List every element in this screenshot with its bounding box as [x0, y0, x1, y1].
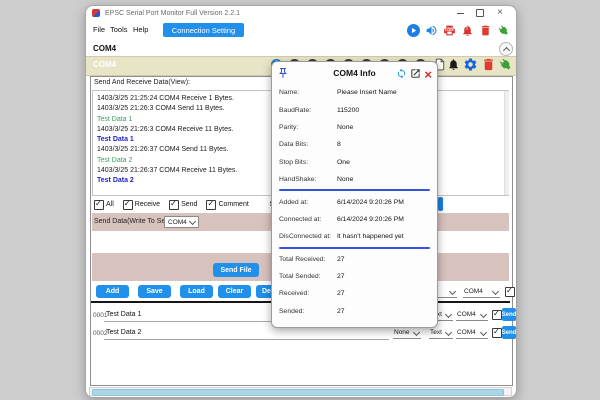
popup-divider	[279, 246, 430, 249]
special-dropdown[interactable]: None	[393, 328, 421, 339]
gear-icon[interactable]	[463, 57, 478, 77]
desktop-background: EPSC Serial Port Monitor Full Version 2.…	[0, 0, 600, 400]
chevron-down-icon	[412, 328, 421, 336]
menu-help[interactable]: Help	[133, 25, 148, 34]
row-text-field[interactable]: Test Data 2	[106, 329, 141, 336]
port-tab-row: COM4	[86, 42, 516, 56]
send-port-dropdown[interactable]: COM4	[164, 216, 199, 228]
row-underline	[104, 339, 389, 340]
format-dropdown[interactable]: Text	[429, 328, 453, 339]
chevron-down-icon	[491, 287, 500, 295]
toolbar-icons: LOG !	[406, 23, 510, 37]
plug-icon-channel[interactable]	[498, 57, 513, 77]
com4-info-popup: COM4 Info × Name: Please Insert Name Baud…	[271, 61, 438, 328]
popup-row: Stop Bits: One	[279, 158, 350, 166]
data-view-label: Send And Receive Data(View):	[94, 79, 190, 86]
popup-row: Connected at: 6/14/2024 9:20:26 PM	[279, 215, 404, 223]
minimize-button[interactable]	[454, 8, 466, 18]
select-all-checkbox[interactable]	[505, 286, 515, 297]
port-dropdown[interactable]: COM4	[463, 287, 500, 298]
checkbox-receive[interactable]: Receive	[122, 199, 160, 210]
popup-row: Received: 27	[279, 290, 345, 298]
popup-divider	[279, 189, 430, 192]
save-button[interactable]: Save	[138, 285, 171, 298]
port-dropdown[interactable]: COM4	[456, 328, 488, 339]
menu-tools[interactable]: Tools	[110, 25, 128, 34]
checkbox-all[interactable]: All	[94, 199, 114, 210]
window-title: EPSC Serial Port Monitor Full Version 2.…	[105, 10, 241, 17]
chevron-down-icon	[479, 310, 488, 318]
send-button[interactable]: Send	[502, 326, 516, 339]
port-tab-label[interactable]: COM4	[93, 44, 116, 53]
popup-row: Name: Please Insert Name	[279, 89, 397, 97]
menu-file[interactable]: File	[93, 25, 105, 34]
title-bar: EPSC Serial Port Monitor Full Version 2.…	[86, 6, 516, 21]
popup-row: Total Received: 27	[279, 255, 345, 263]
popup-row: DisConnected at: It hasn't happened yet	[279, 233, 404, 241]
chevron-down-icon	[444, 310, 453, 318]
scrollbar-thumb[interactable]	[92, 389, 504, 396]
chevron-up-icon	[502, 46, 510, 54]
row-text-field[interactable]: Test Data 1	[106, 311, 141, 318]
send-file-button[interactable]: Send File	[213, 263, 259, 277]
popup-row: Total Sended: 27	[279, 273, 345, 281]
popup-row: Parity: None	[279, 123, 354, 131]
popup-close-icon[interactable]: ×	[424, 68, 432, 81]
clear-button[interactable]: Clear	[218, 285, 251, 298]
chevron-down-icon	[448, 287, 457, 295]
checkbox-icon	[206, 199, 217, 210]
port-dropdown[interactable]: COM4	[456, 310, 488, 321]
checkbox-icon	[122, 199, 133, 210]
popout-icon[interactable]	[410, 66, 421, 84]
trash-icon-channel[interactable]	[481, 57, 496, 77]
checkbox-send[interactable]: Send	[169, 199, 197, 210]
popup-row: HandShake: None	[279, 176, 354, 184]
data-view-scrollbar[interactable]	[504, 91, 509, 195]
plug-icon[interactable]	[496, 23, 510, 37]
log-icon[interactable]: LOG	[442, 23, 456, 37]
checkbox-icon	[169, 199, 180, 210]
popup-row: Sended: 27	[279, 307, 345, 315]
trash-icon[interactable]	[478, 23, 492, 37]
close-button[interactable]: ×	[494, 8, 506, 18]
checkbox-comment[interactable]: Comment	[206, 199, 249, 210]
play-icon[interactable]	[406, 23, 420, 37]
alarm-bell-icon[interactable]: !	[460, 23, 474, 37]
popup-row: Data Bits: 8	[279, 141, 341, 149]
chevron-down-icon	[188, 217, 197, 226]
menu-bar: File Tools Help Connection Setting LOG !	[86, 21, 516, 42]
checkbox-icon	[94, 199, 104, 210]
hidden-button-edge	[438, 197, 443, 211]
app-window: EPSC Serial Port Monitor Full Version 2.…	[85, 5, 517, 398]
popup-header: COM4 Info ×	[272, 62, 437, 84]
add-button[interactable]: Add	[96, 285, 129, 298]
popup-row: BaudRate: 115200	[279, 106, 360, 114]
app-icon	[92, 9, 100, 17]
speaker-icon[interactable]	[424, 23, 438, 37]
popup-header-icons: ×	[396, 66, 432, 84]
refresh-icon[interactable]	[396, 66, 407, 84]
row-checkbox[interactable]	[492, 309, 502, 320]
bell-icon[interactable]	[447, 58, 460, 76]
row-checkbox[interactable]	[492, 327, 502, 338]
load-button[interactable]: Load	[180, 285, 213, 298]
channel-title: COM4	[93, 60, 117, 69]
connection-setting-button[interactable]: Connection Setting	[163, 23, 244, 37]
maximize-button[interactable]	[474, 8, 486, 18]
send-button[interactable]: Send	[502, 308, 516, 321]
popup-row: Added at: 6/14/2024 9:20:26 PM	[279, 198, 404, 206]
chevron-down-icon	[479, 328, 488, 336]
chevron-down-icon	[444, 328, 453, 336]
horizontal-scrollbar[interactable]	[89, 387, 512, 396]
